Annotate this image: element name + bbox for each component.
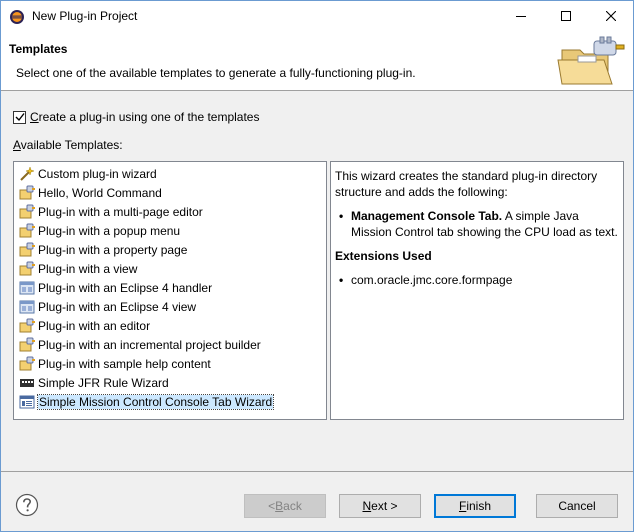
eclipse-icon: [10, 10, 24, 24]
plugin-icon: [19, 185, 35, 200]
bullet-icon: •: [339, 273, 344, 287]
template-item[interactable]: Plug-in with an Eclipse 4 view: [19, 298, 196, 316]
new-plugin-project-dialog: New Plug-in Project Templates Select one…: [0, 0, 634, 532]
plugin-icon: [19, 242, 35, 257]
finish-text: inish: [466, 499, 492, 513]
template-item[interactable]: Plug-in with an editor: [19, 317, 150, 335]
maximize-icon: [560, 11, 571, 21]
plugin-folder-icon: [557, 36, 625, 85]
template-list[interactable]: Custom plug-in wizard Hello, World Comma…: [13, 161, 327, 420]
available-templates-mnemonic: A: [13, 138, 21, 152]
use-template-label: Create a plug-in using one of the templa…: [30, 110, 259, 124]
template-item[interactable]: Plug-in with a view: [19, 260, 137, 278]
template-item[interactable]: Plug-in with an incremental project buil…: [19, 336, 261, 354]
page-description: Select one of the available templates to…: [16, 66, 416, 80]
template-label: Custom plug-in wizard: [38, 167, 157, 181]
close-icon: [605, 11, 616, 21]
minimize-button[interactable]: [498, 1, 543, 31]
template-item-selected[interactable]: Simple Mission Control Console Tab Wizar…: [19, 393, 275, 411]
title-bar[interactable]: New Plug-in Project: [1, 1, 633, 31]
template-label: Plug-in with an incremental project buil…: [38, 338, 261, 352]
plugin-icon: [19, 204, 35, 219]
finish-button[interactable]: Finish: [434, 494, 516, 518]
next-button[interactable]: Next >: [339, 494, 421, 518]
plugin-icon: [19, 356, 35, 371]
next-mnemonic: N: [362, 499, 372, 513]
template-label: Plug-in with an Eclipse 4 handler: [38, 281, 213, 295]
maximize-button[interactable]: [543, 1, 588, 31]
template-label: Plug-in with a view: [38, 262, 138, 276]
extensions-heading: Extensions Used: [335, 249, 432, 263]
available-templates-text: vailable Templates:: [20, 138, 123, 152]
back-button[interactable]: < Back: [244, 494, 326, 518]
wizard-banner: Templates Select one of the available te…: [1, 31, 633, 91]
page-title: Templates: [9, 42, 68, 56]
back-mnemonic: B: [275, 499, 284, 513]
template-item[interactable]: Plug-in with a multi-page editor: [19, 203, 203, 221]
use-template-checkbox[interactable]: [13, 110, 26, 124]
use-template-option[interactable]: Create a plug-in using one of the templa…: [13, 110, 259, 124]
plugin-icon: [19, 337, 35, 352]
template-label: Plug-in with a property page: [38, 243, 188, 257]
template-label: Hello, World Command: [38, 186, 162, 200]
e4-icon: [19, 281, 35, 295]
e4-icon: [19, 300, 35, 314]
description-bullet: • Management Console Tab. A simple Java …: [335, 208, 619, 240]
template-item[interactable]: Hello, World Command: [19, 184, 162, 202]
close-button[interactable]: [588, 1, 633, 31]
template-label: Simple JFR Rule Wizard: [38, 376, 169, 390]
window-title: New Plug-in Project: [32, 9, 138, 23]
template-label: Plug-in with sample help content: [38, 357, 211, 371]
template-description: This wizard creates the standard plug-in…: [330, 161, 624, 420]
template-item[interactable]: Plug-in with a property page: [19, 241, 187, 259]
back-text: ack: [283, 499, 302, 513]
minimize-icon: [515, 16, 526, 17]
wand-icon: [20, 166, 35, 181]
extension-bullet: • com.oracle.jmc.core.formpage: [335, 272, 619, 288]
description-intro: This wizard creates the standard plug-in…: [335, 169, 598, 199]
plugin-icon: [19, 223, 35, 238]
template-label: Simple Mission Control Console Tab Wizar…: [36, 394, 275, 410]
plugin-icon: [19, 261, 35, 276]
template-label: Plug-in with a popup menu: [38, 224, 181, 238]
back-prefix: <: [268, 499, 276, 513]
bullet-icon: •: [339, 209, 344, 223]
plugin-icon: [19, 318, 35, 333]
extension-text: com.oracle.jmc.core.formpage: [351, 273, 513, 287]
template-label: Plug-in with a multi-page editor: [38, 205, 203, 219]
template-item[interactable]: Plug-in with a popup menu: [19, 222, 180, 240]
cancel-text: Cancel: [558, 499, 596, 513]
template-item[interactable]: Custom plug-in wizard: [19, 165, 157, 183]
bullet-title: Management Console Tab.: [351, 209, 503, 223]
template-label: Plug-in with an editor: [38, 319, 151, 333]
next-text: ext >: [371, 499, 398, 513]
use-template-mnemonic: C: [30, 110, 39, 124]
finish-mnemonic: F: [458, 499, 467, 513]
use-template-text: reate a plug-in using one of the templat…: [38, 110, 260, 124]
checkmark-icon: [15, 113, 25, 122]
cancel-button[interactable]: Cancel: [536, 494, 618, 518]
jfr-icon: [20, 379, 34, 387]
template-item[interactable]: Plug-in with sample help content: [19, 355, 211, 373]
template-item[interactable]: Plug-in with an Eclipse 4 handler: [19, 279, 212, 297]
bullet-text: Management Console Tab. A simple Java Mi…: [351, 208, 619, 240]
footer-separator: [1, 471, 633, 472]
template-item[interactable]: Simple JFR Rule Wizard: [19, 374, 169, 392]
console-tab-icon: [19, 395, 35, 409]
available-templates-label: Available Templates:: [13, 138, 123, 152]
template-label: Plug-in with an Eclipse 4 view: [38, 300, 197, 314]
help-icon[interactable]: [15, 493, 39, 517]
